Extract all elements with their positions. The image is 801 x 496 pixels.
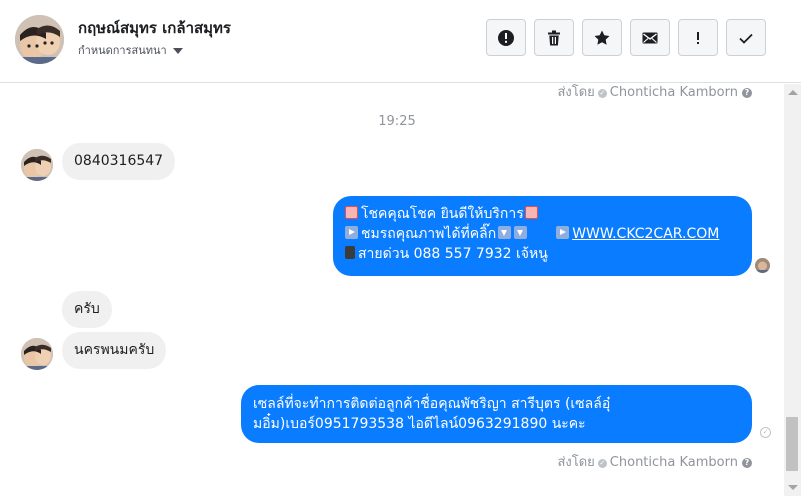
- report-spam-button[interactable]: [486, 19, 526, 56]
- website-link[interactable]: WWW.CKC2CAR.COM: [572, 226, 719, 242]
- sender-name[interactable]: Chonticha Kamborn: [610, 85, 738, 100]
- contact-avatar-small[interactable]: [21, 338, 53, 370]
- message-text: โชคคุณโชค ยินดีให้บริการ: [361, 206, 524, 222]
- mark-done-button[interactable]: [726, 19, 766, 56]
- sent-by-prefix: ส่งโดย: [557, 85, 595, 100]
- contact-avatar-small[interactable]: [21, 149, 53, 181]
- contact-avatar[interactable]: [15, 15, 64, 64]
- star-icon: [594, 30, 610, 45]
- message-text: ชมรถคุณภาพได้ที่คลิ๊ก: [361, 226, 497, 242]
- incoming-message[interactable]: 0840316547: [62, 143, 176, 180]
- cross-mark-emoji-icon: [345, 206, 358, 219]
- message-line-1: เซลล์ที่จะทำการติดต่อลูกค้าชื่อคุณพัชริญ…: [253, 396, 611, 412]
- cross-mark-emoji-icon: [524, 206, 538, 219]
- envelope-icon: [642, 32, 658, 43]
- outgoing-message[interactable]: โชคคุณโชค ยินดีให้บริการ ชมรถคุณภาพได้ที…: [333, 196, 752, 276]
- check-icon: [739, 33, 753, 44]
- message-line-3: สายด่วน 088 557 7932 เจ้หนู: [345, 244, 740, 264]
- contact-name[interactable]: กฤษณ์สมุทร เกล้าสมุทร: [78, 16, 231, 40]
- scroll-up-arrow-icon[interactable]: [788, 90, 798, 95]
- message-text: 0840316547: [74, 153, 164, 169]
- message-line-2: ชมรถคุณภาพได้ที่คลิ๊ก WWW.CKC2CAR.COM: [345, 224, 740, 244]
- mark-unread-button[interactable]: [630, 19, 670, 56]
- check-circle-icon: ✓: [597, 459, 607, 468]
- help-icon[interactable]: ?: [742, 88, 752, 98]
- sent-by-label-bottom: ส่งโดย ✓ Chonticha Kamborn?: [557, 451, 752, 472]
- mobile-phone-emoji-icon: [345, 246, 355, 259]
- caret-down-icon: [172, 48, 183, 54]
- down-arrow-emoji-icon: [498, 226, 512, 239]
- message-text: สายด่วน 088 557 7932 เจ้หนู: [358, 246, 548, 262]
- help-icon[interactable]: ?: [742, 458, 752, 468]
- sent-by-label-top: ส่งโดย ✓ Chonticha Kamborn?: [557, 84, 752, 102]
- message-line-2: มอิ๋ม)เบอร์0951793538 ไอดีไลน์0963291890…: [253, 416, 586, 432]
- conversation-header: กฤษณ์สมุทร เกล้าสมุทร กำหนดการสนทนา: [0, 0, 801, 83]
- message-thread[interactable]: ส่งโดย ✓ Chonticha Kamborn? 19:25 08403165…: [0, 84, 784, 496]
- follow-up-button[interactable]: [678, 19, 718, 56]
- exclamation-circle-icon: [498, 29, 514, 46]
- exclamation-icon: [697, 31, 699, 44]
- check-circle-icon: ✓: [597, 89, 607, 98]
- delete-button[interactable]: [534, 19, 574, 56]
- message-text: นครพนมครับ: [74, 342, 155, 358]
- outgoing-message[interactable]: เซลล์ที่จะทำการติดต่อลูกค้าชื่อคุณพัชริญ…: [241, 385, 752, 443]
- delivered-check-icon: ✓: [760, 427, 771, 438]
- sent-by-prefix: ส่งโดย: [557, 455, 595, 470]
- message-timestamp: 19:25: [378, 114, 416, 129]
- play-button-emoji-icon: [556, 226, 570, 239]
- down-arrow-emoji-icon: [514, 226, 528, 239]
- seen-by-avatar: [755, 258, 770, 273]
- sender-name[interactable]: Chonticha Kamborn: [610, 455, 738, 470]
- trash-icon: [548, 30, 560, 45]
- play-button-emoji-icon: [345, 226, 358, 239]
- star-button[interactable]: [582, 19, 622, 56]
- message-text: ครับ: [74, 301, 100, 317]
- scrollbar-thumb[interactable]: [786, 417, 798, 471]
- conversation-settings-label: กำหนดการสนทนา: [78, 44, 167, 57]
- thread-scrollbar[interactable]: [784, 84, 801, 496]
- incoming-message[interactable]: ครับ: [62, 291, 112, 328]
- message-line-1: โชคคุณโชค ยินดีให้บริการ: [345, 204, 740, 224]
- conversation-settings-dropdown[interactable]: กำหนดการสนทนา: [78, 41, 183, 59]
- incoming-message[interactable]: นครพนมครับ: [62, 332, 167, 369]
- scroll-down-arrow-icon[interactable]: [788, 485, 798, 490]
